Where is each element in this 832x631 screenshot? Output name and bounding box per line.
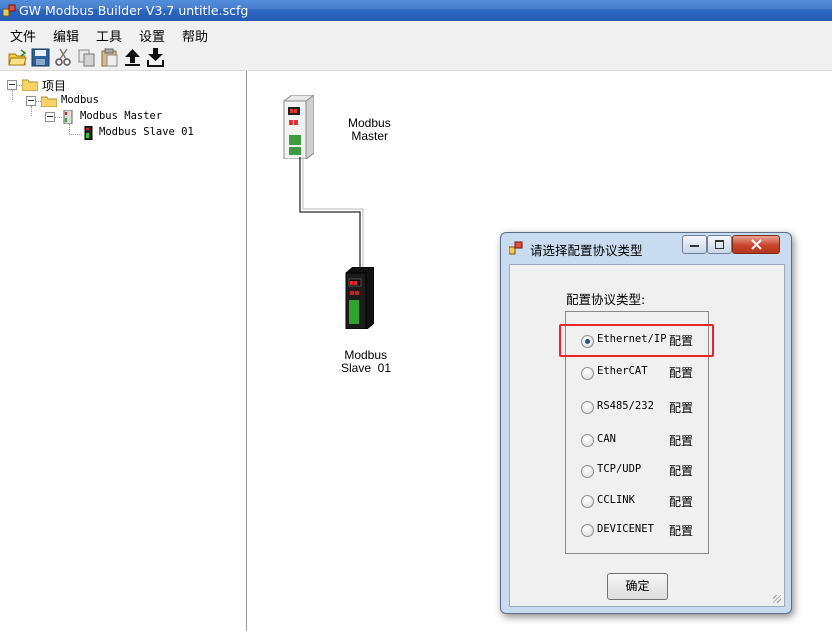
radio-devicenet[interactable] [581, 524, 594, 537]
window-titlebar: GW Modbus Builder V3.7 untitle.scfg [0, 0, 832, 21]
configure-cclink[interactable]: 配置 [669, 493, 693, 510]
option-label-devicenet[interactable]: DEVICENET [597, 523, 654, 535]
folder-icon [22, 79, 38, 91]
menu-tools[interactable]: 工具 [96, 26, 122, 45]
slave-device-image[interactable] [344, 267, 374, 329]
upload-icon[interactable] [123, 48, 142, 67]
tree-collapse-master[interactable] [45, 112, 55, 122]
connection-line [299, 157, 364, 267]
protocol-dialog: 请选择配置协议类型 配置协议类型: Ethernet/IP 配置 EtherCA… [500, 232, 792, 614]
radio-cclink[interactable] [581, 495, 594, 508]
toolbar [0, 45, 832, 71]
minimize-icon [690, 245, 699, 247]
ok-button[interactable]: 确定 [607, 573, 668, 600]
menu-edit[interactable]: 编辑 [53, 26, 79, 45]
project-tree: 项目 Modbus Modbus Master Modbus Slave 01 [0, 71, 247, 631]
option-label-tcp-udp[interactable]: TCP/UDP [597, 463, 641, 475]
maximize-icon [715, 240, 724, 249]
menu-bar: 文件 编辑 工具 设置 帮助 [0, 21, 832, 45]
radio-tcp-udp[interactable] [581, 465, 594, 478]
save-icon[interactable] [31, 48, 50, 67]
dialog-client-area: 配置协议类型: Ethernet/IP 配置 EtherCAT 配置 RS485… [509, 264, 785, 607]
paste-icon[interactable] [100, 48, 119, 67]
app-icon [3, 4, 16, 17]
menu-help[interactable]: 帮助 [182, 26, 208, 45]
selection-highlight [559, 324, 714, 357]
menu-settings[interactable]: 设置 [139, 26, 165, 45]
tree-collapse-modbus[interactable] [26, 96, 36, 106]
tree-item-master[interactable]: Modbus Master [80, 110, 162, 122]
option-label-rs485[interactable]: RS485/232 [597, 400, 654, 412]
radio-ethercat[interactable] [581, 367, 594, 380]
tree-item-modbus[interactable]: Modbus [61, 94, 99, 106]
tree-item-slave[interactable]: Modbus Slave 01 [99, 126, 194, 138]
master-device-label: Modbus Master [348, 116, 391, 143]
radio-rs485[interactable] [581, 401, 594, 414]
minimize-button[interactable] [682, 235, 707, 254]
cut-icon[interactable] [54, 48, 73, 67]
master-device-icon [63, 110, 73, 124]
download-icon[interactable] [146, 48, 165, 67]
configure-tcp-udp[interactable]: 配置 [669, 462, 693, 479]
tree-collapse-root[interactable] [7, 80, 17, 90]
dialog-title: 请选择配置协议类型 [530, 243, 643, 258]
close-button[interactable] [732, 235, 780, 254]
copy-icon[interactable] [77, 48, 96, 67]
resize-grip[interactable] [773, 595, 781, 603]
option-label-ethercat[interactable]: EtherCAT [597, 365, 648, 377]
window-title: GW Modbus Builder V3.7 untitle.scfg [19, 3, 249, 18]
dialog-app-icon [509, 241, 523, 255]
configure-devicenet[interactable]: 配置 [669, 522, 693, 539]
protocol-group-label: 配置协议类型: [566, 292, 646, 307]
configure-ethercat[interactable]: 配置 [669, 364, 693, 381]
tree-item-project[interactable]: 项目 [42, 77, 66, 94]
configure-can[interactable]: 配置 [669, 432, 693, 449]
folder-icon [41, 96, 57, 107]
master-device-image[interactable] [280, 95, 314, 159]
maximize-button[interactable] [707, 235, 732, 254]
menu-file[interactable]: 文件 [10, 26, 36, 45]
slave-device-icon [84, 126, 93, 140]
option-label-can[interactable]: CAN [597, 433, 616, 445]
configure-rs485[interactable]: 配置 [669, 399, 693, 416]
close-icon [751, 239, 762, 250]
radio-can[interactable] [581, 434, 594, 447]
slave-device-label: Modbus Slave 01 [341, 348, 392, 375]
option-label-cclink[interactable]: CCLINK [597, 494, 635, 506]
open-folder-icon[interactable] [8, 48, 27, 67]
